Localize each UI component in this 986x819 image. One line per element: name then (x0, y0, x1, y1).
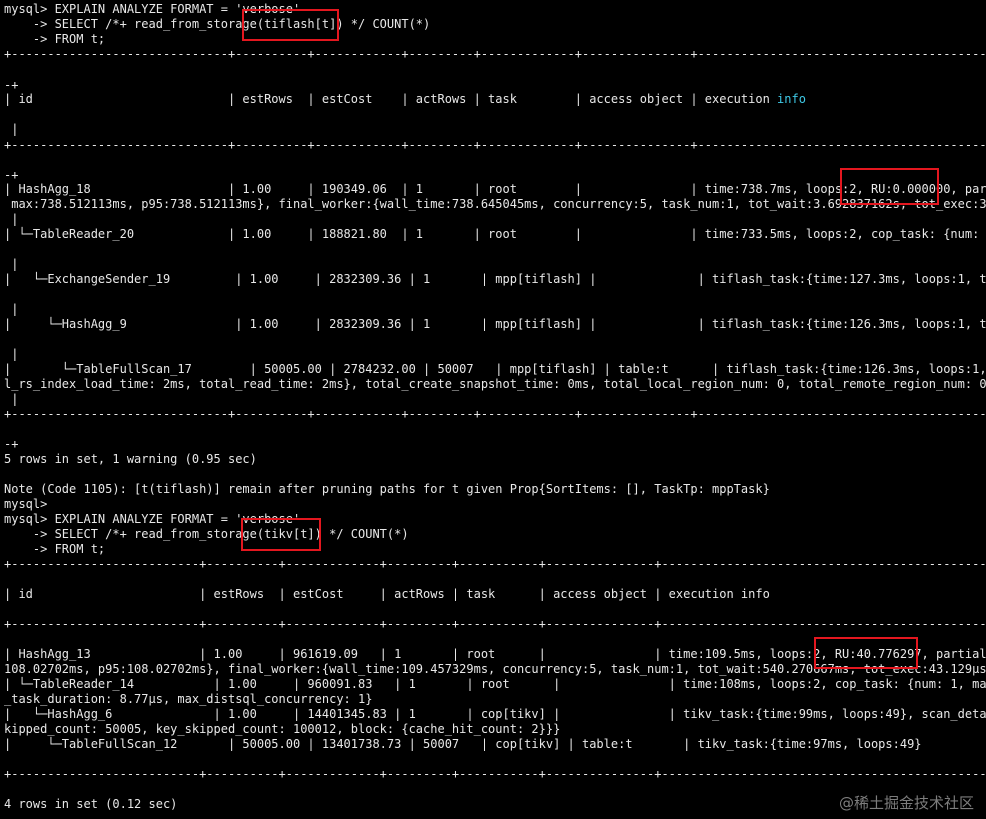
table-row-continuation: kipped_count: 50005, key_skipped_count: … (4, 722, 561, 736)
table-border: +--------------------------+----------+-… (4, 557, 986, 571)
info-keyword: info (777, 92, 806, 106)
result-summary: 5 rows in set, 1 warning (0.95 sec) (4, 452, 257, 466)
result-summary: 4 rows in set (0.12 sec) (4, 797, 178, 811)
table-row: | └─TableFullScan_12 | 50005.00 | 134017… (4, 737, 922, 751)
table-border: -+ (4, 78, 19, 92)
terminal-line: | (4, 257, 19, 271)
terminal-line: -> FROM t; (4, 32, 106, 46)
highlight-box-tiflash (242, 9, 339, 41)
table-border: -+ (4, 437, 19, 451)
terminal-line: | (4, 122, 19, 136)
table-row: | └─HashAgg_9 | 1.00 | 2832309.36 | 1 | … (4, 317, 986, 331)
terminal-line: -> SELECT /*+ read_from_storage(tiflash[… (4, 17, 431, 31)
terminal-window[interactable]: mysql> EXPLAIN ANALYZE FORMAT = 'verbose… (0, 0, 986, 819)
highlight-box-ru-tiflash (840, 168, 939, 205)
table-row: | └─HashAgg_6 | 1.00 | 14401345.83 | 1 |… (4, 707, 986, 721)
watermark: @稀土掘金技术社区 (838, 794, 974, 812)
terminal-line: | (4, 347, 19, 361)
table-row: | └─TableFullScan_17 | 50005.00 | 278423… (4, 362, 986, 376)
table-row-continuation: _task_duration: 8.77µs, max_distsql_conc… (4, 692, 373, 706)
table-row: | HashAgg_18 | 1.00 | 190349.06 | 1 | ro… (4, 182, 986, 196)
terminal-line: | (4, 302, 19, 316)
table-row-continuation: max:738.512113ms, p95:738.512113ms}, fin… (4, 197, 986, 211)
terminal-line: -> FROM t; (4, 542, 106, 556)
terminal-line: | (4, 392, 19, 406)
warning-note: Note (Code 1105): [t(tiflash)] remain af… (4, 482, 770, 496)
table-border: +------------------------------+--------… (4, 138, 986, 152)
table-border: +--------------------------+----------+-… (4, 617, 986, 631)
terminal-line: -> SELECT /*+ read_from_storage(tikv[t])… (4, 527, 409, 541)
terminal-line: | (4, 212, 19, 226)
table-row: | └─ExchangeSender_19 | 1.00 | 2832309.3… (4, 272, 986, 286)
table-border: +--------------------------+----------+-… (4, 767, 986, 781)
table-row: | └─TableReader_14 | 1.00 | 960091.83 | … (4, 677, 986, 691)
table-row: | └─TableReader_20 | 1.00 | 188821.80 | … (4, 227, 986, 241)
table-border: +------------------------------+--------… (4, 47, 986, 61)
terminal-prompt: mysql> (4, 497, 48, 511)
table-header: | id | estRows | estCost | actRows | tas… (4, 587, 770, 601)
table-row-continuation: l_rs_index_load_time: 2ms, total_read_ti… (4, 377, 986, 391)
highlight-box-ru-tikv (814, 637, 918, 669)
table-border: +------------------------------+--------… (4, 407, 986, 421)
highlight-box-tikv (241, 518, 321, 551)
table-border: -+ (4, 168, 19, 182)
table-header: | id | estRows | estCost | actRows | tas… (4, 92, 806, 106)
